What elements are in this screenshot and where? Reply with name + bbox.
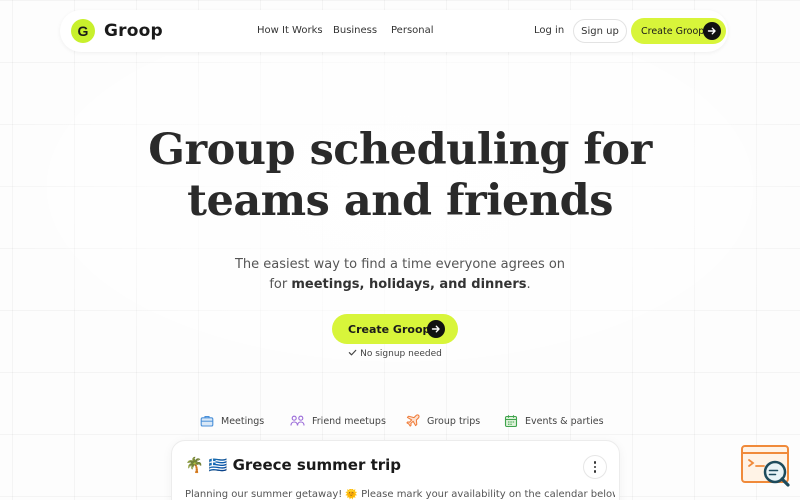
category-group-trips[interactable]: Group trips [406, 414, 480, 428]
hero-subtitle-line-1: The easiest way to find a time everyone … [234, 257, 566, 272]
nav-create-groop-label: Create Groop [641, 25, 705, 37]
people-icon [290, 415, 305, 426]
arrow-right-icon [427, 320, 445, 338]
category-meetings-label: Meetings [221, 415, 265, 427]
hero-subtitle-prefix: for [269, 277, 292, 292]
event-card-title-text: Greece summer trip [232, 456, 402, 474]
top-navbar: G Groop How It Works Business Personal L… [60, 10, 728, 52]
logo-mark[interactable]: G [71, 19, 95, 43]
hero-title-line-2: teams and friends [187, 176, 613, 226]
hero-create-groop-label: Create Groop [348, 322, 431, 336]
airplane-icon [406, 414, 420, 427]
event-card-emoji: 🌴 🇬🇷 [185, 456, 228, 474]
nav-link-personal[interactable]: Personal [391, 25, 434, 36]
event-card-title: 🌴 🇬🇷 Greece summer trip [185, 456, 401, 474]
hero-subtitle-suffix: . [526, 277, 531, 292]
arrow-right-icon [703, 22, 721, 40]
nav-create-groop-button[interactable]: Create Groop [631, 18, 726, 44]
nav-link-how-it-works[interactable]: How It Works [257, 25, 323, 36]
calendar-icon [504, 415, 518, 428]
category-friend-meetups[interactable]: Friend meetups [290, 414, 386, 428]
signup-label: Sign up [581, 25, 619, 37]
no-signup-note: No signup needed [0, 348, 790, 359]
login-link[interactable]: Log in [534, 25, 564, 36]
category-meetings[interactable]: Meetings [200, 414, 264, 428]
briefcase-icon [200, 416, 214, 427]
logo-wordmark[interactable]: Groop [104, 21, 163, 41]
hero-title: Group scheduling for teams and friends [0, 125, 800, 227]
event-preview-card[interactable]: 🌴 🇬🇷 Greece summer trip Planning our sum… [171, 440, 620, 500]
search-window-icon[interactable] [741, 445, 791, 487]
event-card-description: Planning our summer getaway! 🌞 Please ma… [185, 489, 615, 500]
hero-title-line-1: Group scheduling for [148, 125, 652, 175]
category-events-parties-label: Events & parties [525, 415, 604, 427]
signup-button[interactable]: Sign up [573, 19, 627, 43]
category-events-parties[interactable]: Events & parties [504, 414, 604, 428]
checkmark-icon [348, 349, 357, 356]
more-options-button[interactable] [583, 455, 607, 479]
hero-create-groop-button[interactable]: Create Groop [332, 314, 458, 344]
hero-subtitle: The easiest way to find a time everyone … [0, 255, 800, 295]
category-friend-meetups-label: Friend meetups [312, 415, 386, 427]
no-signup-label: No signup needed [360, 349, 442, 359]
nav-link-business[interactable]: Business [333, 25, 377, 36]
hero-subtitle-bold: meetings, holidays, and dinners [291, 277, 527, 292]
category-group-trips-label: Group trips [427, 415, 481, 427]
